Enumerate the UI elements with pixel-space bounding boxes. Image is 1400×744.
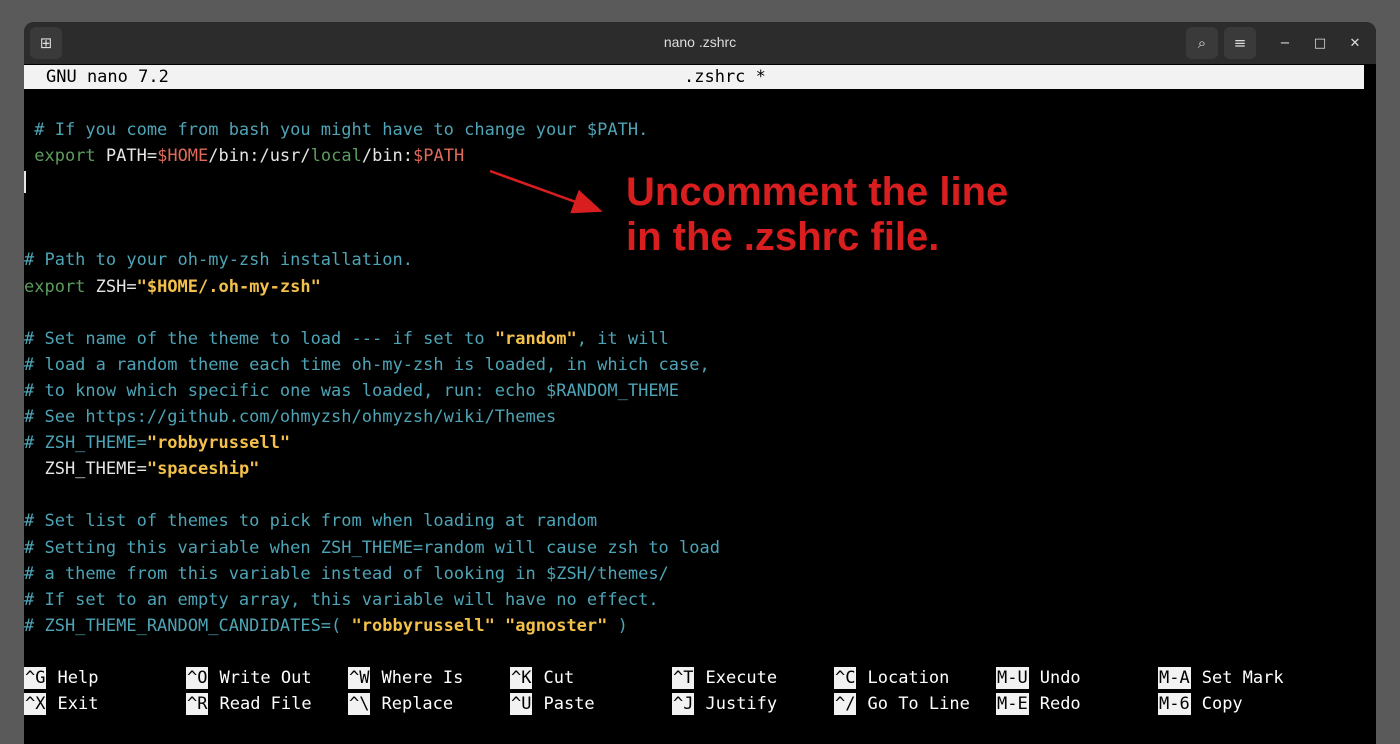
shortcut-where-is[interactable]: ^W Where Is: [348, 665, 463, 691]
shortcut-key: ^/: [834, 693, 857, 715]
shortcut-label: Location: [867, 668, 950, 688]
shortcut-label: Write Out: [219, 668, 312, 688]
shortcut-help[interactable]: ^G Help: [24, 665, 98, 691]
shortcut-bar: ^G Help ^O Write Out ^W Where Is ^K Cut ^T Execut…: [24, 665, 1364, 717]
shortcut-read-file[interactable]: ^R Read File: [186, 691, 312, 717]
shortcut-justify[interactable]: ^J Justify: [672, 691, 777, 717]
shortcut-label: Set Mark: [1201, 668, 1284, 688]
shortcut-label: Paste: [543, 694, 595, 714]
shortcut-redo[interactable]: M-E Redo: [996, 691, 1081, 717]
terminal-window: ⊞ nano .zshrc ⌕ ≡ − □ ✕ GNU nano 7.2 .zs…: [24, 22, 1376, 744]
shortcut-label: Execute: [705, 668, 778, 688]
shortcut-replace[interactable]: ^\ Replace: [348, 691, 453, 717]
shortcut-key: ^\: [348, 693, 371, 715]
shortcut-label: Help: [57, 668, 99, 688]
shortcut-undo[interactable]: M-U Undo: [996, 665, 1081, 691]
shortcut-label: Exit: [57, 694, 99, 714]
shortcut-paste[interactable]: ^U Paste: [510, 691, 595, 717]
shortcut-key: M-6: [1158, 693, 1191, 715]
shortcut-label: Undo: [1039, 668, 1081, 688]
shortcut-key: ^G: [24, 667, 47, 689]
shortcut-go-to-line[interactable]: ^/ Go To Line: [834, 691, 970, 717]
shortcut-write-out[interactable]: ^O Write Out: [186, 665, 312, 691]
shortcut-key: ^U: [510, 693, 533, 715]
shortcut-key: ^O: [186, 667, 209, 689]
shortcut-key: ^C: [834, 667, 857, 689]
shortcut-key: ^W: [348, 667, 371, 689]
shortcut-label: Copy: [1201, 694, 1243, 714]
shortcut-label: Read File: [219, 694, 312, 714]
shortcut-cut[interactable]: ^K Cut: [510, 665, 574, 691]
shortcut-key: ^J: [672, 693, 695, 715]
annotation-line-2: in the .zshrc file.: [626, 215, 940, 259]
shortcut-key: ^K: [510, 667, 533, 689]
shortcut-set-mark[interactable]: M-A Set Mark: [1158, 665, 1284, 691]
shortcut-copy[interactable]: M-6 Copy: [1158, 691, 1243, 717]
shortcut-key: M-A: [1158, 667, 1191, 689]
annotation-arrow: [489, 169, 603, 214]
shortcut-key: ^X: [24, 693, 47, 715]
shortcut-label: Redo: [1039, 694, 1081, 714]
shortcut-label: Go To Line: [867, 694, 970, 714]
shortcut-label: Justify: [705, 694, 778, 714]
shortcut-location[interactable]: ^C Location: [834, 665, 949, 691]
shortcut-key: M-U: [996, 667, 1029, 689]
shortcut-label: Cut: [543, 668, 575, 688]
shortcut-exit[interactable]: ^X Exit: [24, 691, 98, 717]
shortcut-key: ^R: [186, 693, 209, 715]
shortcut-row-1: ^G Help ^O Write Out ^W Where Is ^K Cut ^T Execut…: [24, 665, 1364, 691]
shortcut-execute[interactable]: ^T Execute: [672, 665, 777, 691]
shortcut-row-2: ^X Exit ^R Read File ^\ Replace ^U Paste ^J Justi…: [24, 691, 1364, 717]
shortcut-label: Replace: [381, 694, 454, 714]
annotation-text: Uncomment the line in the .zshrc file.: [626, 170, 1008, 260]
shortcut-label: Where Is: [381, 668, 464, 688]
shortcut-key: M-E: [996, 693, 1029, 715]
shortcut-key: ^T: [672, 667, 695, 689]
annotation-line-1: Uncomment the line: [626, 170, 1009, 214]
